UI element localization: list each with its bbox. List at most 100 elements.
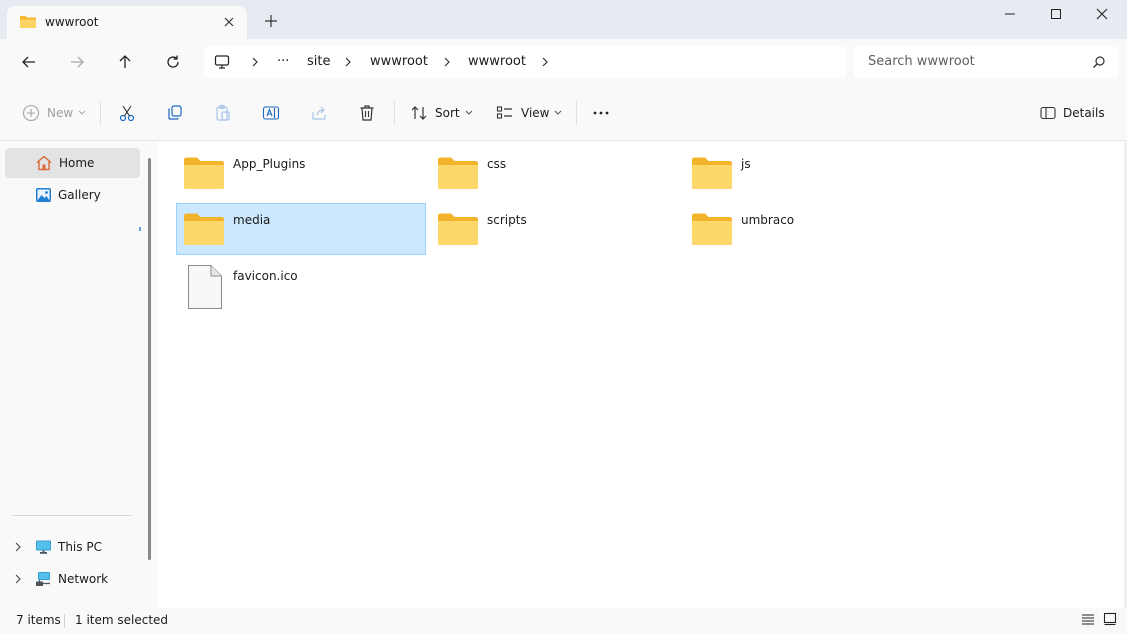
toolbar-divider [394,101,395,125]
title-bar: wwwroot [0,0,1127,39]
folder-item-js[interactable]: js [684,147,934,199]
sort-button[interactable]: Sort [410,100,473,126]
breadcrumb-wwwroot-1[interactable]: wwwroot [370,54,428,69]
search-input[interactable]: Search wwwroot [854,46,1118,78]
sidebar-scrollbar[interactable] [148,158,151,560]
folder-item-scripts[interactable]: scripts [430,203,680,255]
rename-icon [262,104,280,122]
arrow-left-icon [21,54,37,70]
file-icon [187,264,223,310]
forward-button[interactable] [65,50,89,74]
resize-grip [139,227,141,231]
file-item-favicon[interactable]: favicon.ico [176,259,426,311]
close-icon [1096,8,1108,20]
close-window-button[interactable] [1079,0,1125,28]
sidebar-item-home[interactable]: Home [5,148,140,178]
refresh-icon [165,54,181,70]
chevron-right-icon[interactable] [540,56,550,68]
back-button[interactable] [17,50,41,74]
folder-icon [437,212,479,246]
folder-icon [183,212,225,246]
breadcrumb-overflow[interactable]: ··· [277,54,289,69]
view-button[interactable]: View [496,100,562,126]
status-divider [64,614,65,628]
item-count: 7 items [16,613,61,627]
folder-item-media[interactable]: media [176,203,426,255]
folder-item-umbraco[interactable]: umbraco [684,203,934,255]
computer-icon[interactable] [214,54,230,70]
list-view-icon [1081,612,1097,626]
folder-item-app-plugins[interactable]: App_Plugins [176,147,426,199]
more-icon [592,104,610,122]
sort-icon [410,104,428,122]
view-list-icon [496,104,514,122]
more-options-button[interactable] [592,100,610,126]
folder-icon [691,212,733,246]
search-icon[interactable] [1092,55,1106,69]
delete-button[interactable] [358,100,376,126]
sidebar-divider [12,515,132,516]
minimize-button[interactable] [987,0,1033,28]
paste-button[interactable] [214,100,232,126]
gallery-icon [35,187,52,203]
folder-icon [437,156,479,190]
item-name: css [487,157,507,171]
cut-button[interactable] [118,100,136,126]
chevron-right-icon[interactable] [14,574,22,584]
details-pane-icon [1040,106,1056,120]
item-name: favicon.ico [233,269,298,283]
sidebar-item-label: Home [59,156,95,170]
tab-wwwroot[interactable]: wwwroot [7,6,247,39]
chevron-down-icon [78,110,86,116]
rename-button[interactable] [262,100,280,126]
close-tab-icon[interactable] [221,14,237,30]
sidebar-item-network[interactable]: Network [5,564,140,594]
tab-title: wwwroot [45,15,99,29]
sidebar-item-this-pc[interactable]: This PC [5,532,140,562]
up-button[interactable] [113,50,137,74]
tiles-view-icon [1103,612,1119,626]
search-placeholder: Search wwwroot [868,54,975,69]
refresh-button[interactable] [161,50,185,74]
new-button[interactable]: New [22,100,86,126]
share-button[interactable] [310,100,328,126]
item-name: js [741,157,751,171]
folder-icon [19,15,37,29]
folder-icon [183,156,225,190]
sidebar-item-label: Network [58,572,109,586]
view-label: View [521,106,550,120]
file-view: App_Plugins css js media scripts umbraco… [158,141,1127,608]
clipboard-icon [214,104,232,122]
breadcrumb-wwwroot-2[interactable]: wwwroot [468,54,526,69]
status-bar: 7 items 1 item selected [0,608,1127,634]
share-icon [310,104,328,122]
details-pane-button[interactable]: Details [1040,100,1105,126]
details-view-button[interactable] [1081,612,1097,628]
sidebar-item-label: This PC [58,540,102,554]
new-tab-button[interactable] [262,12,280,30]
trash-icon [358,104,376,122]
chevron-right-icon[interactable] [442,56,452,68]
item-name: App_Plugins [233,157,306,171]
chevron-down-icon [465,110,473,116]
sidebar-item-gallery[interactable]: Gallery [5,180,140,210]
selection-count: 1 item selected [75,613,169,627]
network-icon [35,571,52,587]
address-row: ··· site wwwroot wwwroot Search wwwroot [0,39,1127,85]
maximize-button[interactable] [1033,0,1079,28]
folder-item-css[interactable]: css [430,147,680,199]
sidebar-item-label: Gallery [58,188,101,202]
item-name: umbraco [741,213,795,227]
chevron-right-icon[interactable] [343,56,353,68]
toolbar-divider [576,101,577,125]
chevron-right-icon[interactable] [250,56,260,68]
navigation-pane: Home Gallery This PC Network [0,141,158,608]
chevron-down-icon [554,110,562,116]
copy-button[interactable] [166,100,184,126]
large-icons-view-button[interactable] [1103,612,1119,628]
chevron-right-icon[interactable] [14,542,22,552]
address-bar[interactable]: ··· site wwwroot wwwroot [204,46,846,78]
breadcrumb-site[interactable]: site [307,54,330,69]
minimize-icon [1004,8,1016,20]
sort-label: Sort [435,106,460,120]
